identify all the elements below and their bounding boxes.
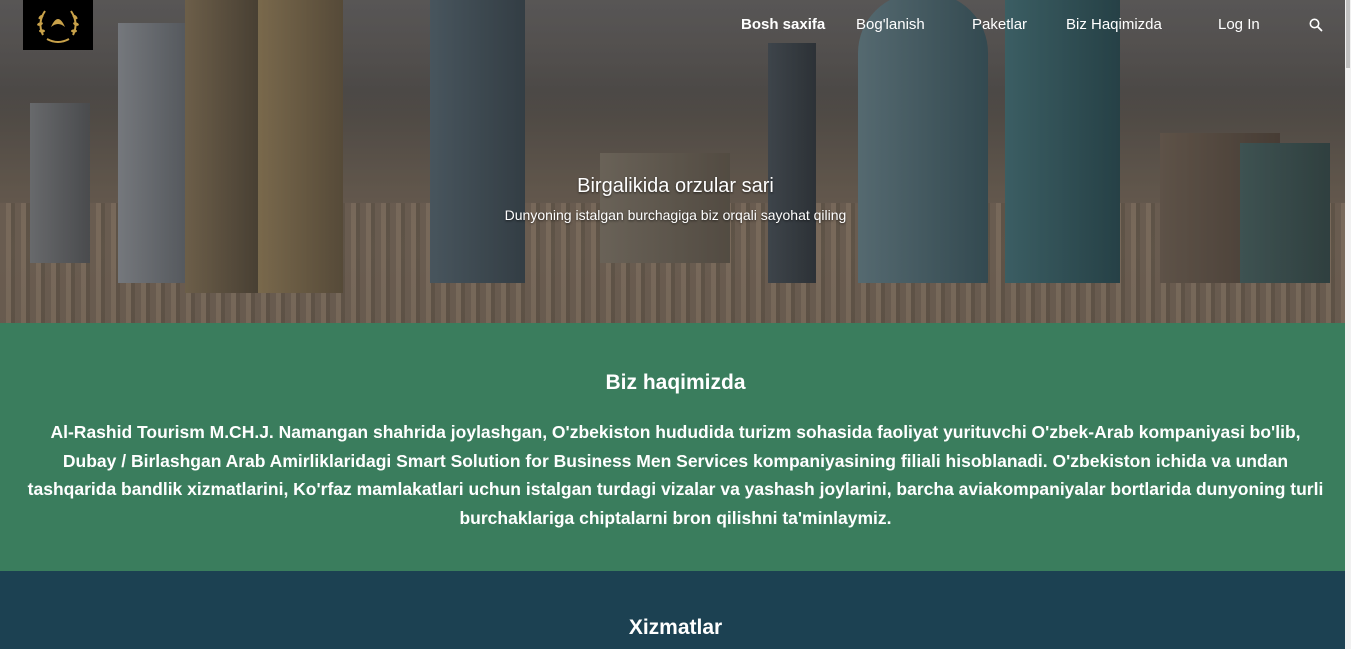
hero-title: Birgalikida orzular sari	[577, 175, 774, 197]
nav-item-about[interactable]: Biz Haqimizda	[1066, 16, 1162, 33]
about-text: Al-Rashid Tourism M.CH.J. Namangan shahr…	[27, 422, 1324, 528]
services-section: Xizmatlar	[0, 571, 1351, 649]
search-icon[interactable]	[1308, 17, 1324, 33]
nav-item-home[interactable]: Bosh saxifa	[741, 16, 825, 33]
scrollbar-track[interactable]	[1345, 0, 1351, 649]
nav-item-contact[interactable]: Bog'lanish	[856, 16, 925, 33]
about-heading: Biz haqimizda	[605, 371, 746, 394]
main-navigation: Bosh saxifa Bog'lanish Paketlar Biz Haqi…	[0, 0, 1351, 52]
hero-subtitle: Dunyoning istalgan burchagiga biz orqali…	[504, 207, 847, 223]
about-section: Biz haqimizda Al-Rashid Tourism M.CH.J. …	[0, 323, 1351, 571]
nav-item-login[interactable]: Log In	[1218, 16, 1260, 33]
nav-item-packages[interactable]: Paketlar	[972, 16, 1027, 33]
services-heading: Xizmatlar	[628, 616, 723, 639]
scrollbar-thumb[interactable]	[1346, 0, 1350, 68]
